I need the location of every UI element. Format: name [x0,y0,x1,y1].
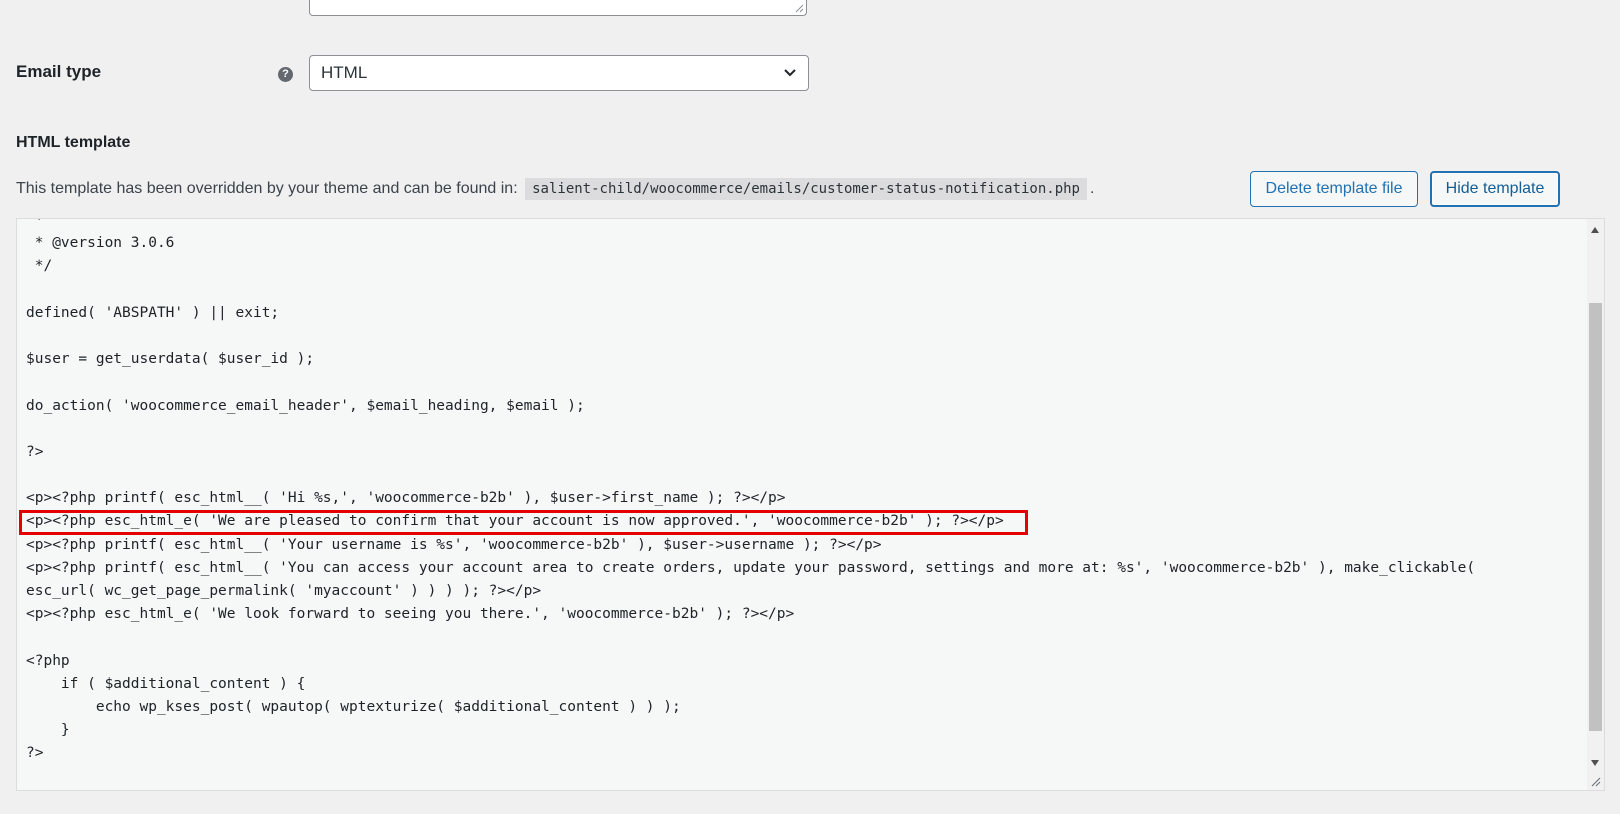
code-line[interactable]: $user = get_userdata( $user_id ); [26,348,1475,371]
code-line[interactable]: echo wp_kses_post( wpautop( wptexturize(… [26,696,1475,719]
resize-grip-icon[interactable] [1591,777,1601,787]
email-type-select[interactable]: HTML [309,55,809,91]
code-line[interactable]: <p><?php printf( esc_html__( 'You can ac… [26,557,1475,580]
code-line[interactable] [26,279,1475,302]
code-line[interactable]: ?> [26,441,1475,464]
code-line[interactable]: do_action( 'woocommerce_email_header', $… [26,395,1475,418]
delete-template-button[interactable]: Delete template file [1250,171,1418,207]
question-icon[interactable]: ? [278,67,293,82]
code-line[interactable] [26,418,1475,441]
code-line[interactable]: } [26,719,1475,742]
code-line[interactable]: <p><?php printf( esc_html__( 'Hi %s,', '… [26,487,1475,510]
template-path: salient-child/woocommerce/emails/custome… [525,178,1087,200]
code-line[interactable]: if ( $additional_content ) { [26,673,1475,696]
editor-scrollbar[interactable] [1587,219,1604,790]
code-line[interactable]: * [26,219,1475,232]
code-line[interactable] [26,626,1475,649]
code-line[interactable]: * @version 3.0.6 [26,232,1475,255]
previous-textarea-bottom[interactable] [309,0,807,16]
chevron-down-icon [784,69,796,77]
code-line[interactable]: <p><?php printf( esc_html__( 'Your usern… [26,534,1475,557]
code-line[interactable] [26,371,1475,394]
resize-grip-icon[interactable] [795,4,804,13]
code-line[interactable]: <?php [26,650,1475,673]
hide-template-button[interactable]: Hide template [1430,171,1560,207]
code-line[interactable]: defined( 'ABSPATH' ) || exit; [26,302,1475,325]
code-line[interactable] [26,464,1475,487]
scroll-down-arrow-icon[interactable] [1591,760,1599,766]
override-notice-suffix: . [1089,180,1095,197]
code-line[interactable]: ?> [26,742,1475,765]
html-template-title: HTML template [16,134,131,151]
scroll-up-arrow-icon[interactable] [1591,227,1599,233]
code-content[interactable]: * * @version 3.0.6 */ defined( 'ABSPATH' … [26,219,1475,766]
code-line[interactable] [26,325,1475,348]
email-type-label: Email type [16,62,102,81]
template-code-editor[interactable]: * * @version 3.0.6 */ defined( 'ABSPATH' … [16,218,1605,791]
code-line[interactable]: <p><?php esc_html_e( 'We look forward to… [26,603,1475,626]
override-notice: This template has been overridden by you… [16,178,1095,200]
highlight-annotation-box [19,510,1028,535]
email-type-selected-value: HTML [321,63,368,82]
scroll-thumb[interactable] [1589,303,1602,731]
override-notice-text: This template has been overridden by you… [16,180,518,197]
code-line[interactable]: esc_url( wc_get_page_permalink( 'myaccou… [26,580,1475,603]
code-line[interactable]: */ [26,255,1475,278]
